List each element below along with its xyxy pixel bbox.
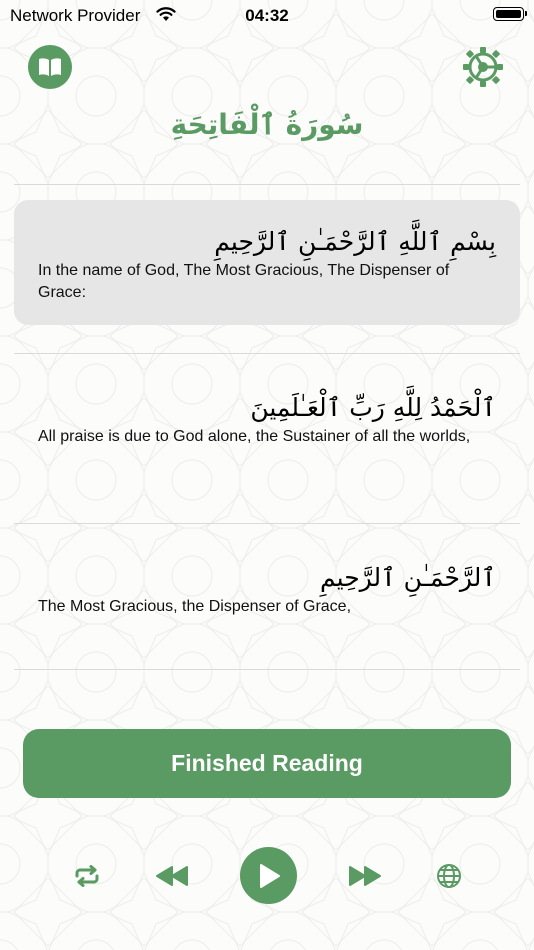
verse-row-2[interactable]: ٱلْحَمْدُ لِلَّهِ رَبِّ ٱلْعَـٰلَمِينَ A… <box>14 390 520 490</box>
gear-icon <box>463 47 503 87</box>
finished-reading-button[interactable]: Finished Reading <box>23 729 511 798</box>
verse-arabic: بِسْمِ ٱللَّهِ ٱلرَّحْمَـٰنِ ٱلرَّحِيمِ <box>214 227 496 256</box>
verse-arabic: ٱلْحَمْدُ لِلَّهِ رَبِّ ٱلْعَـٰلَمِينَ <box>250 393 496 422</box>
rewind-button[interactable] <box>153 862 191 890</box>
rewind-icon <box>156 866 188 886</box>
verse-arabic: ٱلرَّحْمَـٰنِ ٱلرَّحِيمِ <box>320 563 496 592</box>
fast-forward-icon <box>349 866 381 886</box>
repeat-icon <box>75 865 99 887</box>
verse-row-3[interactable]: ٱلرَّحْمَـٰنِ ٱلرَّحِيمِ The Most Gracio… <box>14 560 520 640</box>
globe-icon <box>437 864 461 888</box>
divider <box>14 184 520 185</box>
language-button[interactable] <box>433 860 465 892</box>
battery-icon <box>493 7 527 21</box>
repeat-button[interactable] <box>70 861 104 891</box>
verse-translation: All praise is due to God alone, the Sust… <box>38 428 471 445</box>
divider <box>14 353 520 354</box>
verse-row-1[interactable]: بِسْمِ ٱللَّهِ ٱلرَّحْمَـٰنِ ٱلرَّحِيمِ … <box>14 200 520 325</box>
divider <box>14 669 520 670</box>
clock-time: 04:32 <box>245 6 289 25</box>
fast-forward-button[interactable] <box>346 862 384 890</box>
divider <box>14 523 520 524</box>
settings-button[interactable] <box>460 44 506 90</box>
book-icon <box>39 58 61 76</box>
book-button[interactable] <box>28 45 72 89</box>
play-icon <box>259 863 280 888</box>
play-button[interactable] <box>240 847 297 904</box>
status-bar: Network Provider 04:32 <box>0 0 534 30</box>
verse-translation: In the name of God, The Most Gracious, T… <box>38 262 450 301</box>
surah-title: سُورَةُ ٱلْفَاتِحَةِ <box>170 108 364 141</box>
verse-translation: The Most Gracious, the Dispenser of Grac… <box>38 598 352 615</box>
